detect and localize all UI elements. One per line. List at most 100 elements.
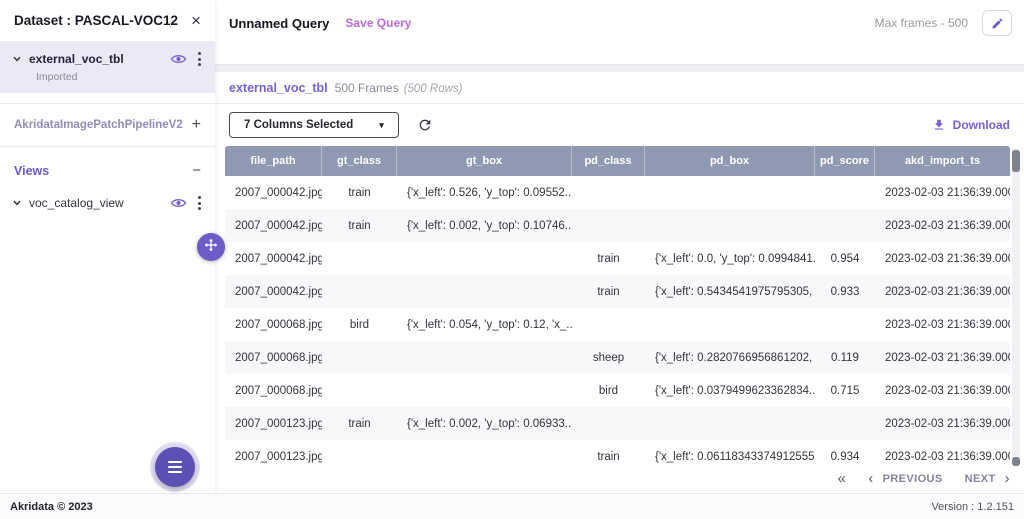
chevron-down-icon[interactable] <box>12 54 22 64</box>
column-header[interactable]: file_path <box>225 146 322 176</box>
kebab-menu-icon[interactable] <box>194 195 205 211</box>
table-cell: 2023-02-03 21:36:39.000 <box>875 319 1010 331</box>
table-row[interactable]: 2007_000042.jpgtrain{'x_left': 0.526, 'y… <box>225 176 1010 209</box>
move-handle-button[interactable] <box>197 233 225 261</box>
next-page-button[interactable]: NEXT › <box>965 471 1010 486</box>
scrollbar-thumb[interactable] <box>1012 150 1020 172</box>
kebab-menu-icon[interactable] <box>194 51 205 67</box>
query-bar: Unnamed Query Save Query Max frames - 50… <box>215 0 1024 64</box>
column-header[interactable]: pd_score <box>815 146 875 176</box>
frames-count: 500 Frames <box>335 81 399 95</box>
chevron-down-icon: ▾ <box>379 120 384 131</box>
columns-selected-label: 7 Columns Selected <box>244 119 353 131</box>
data-table: file_pathgt_classgt_boxpd_classpd_boxpd_… <box>225 146 1010 466</box>
table-cell: 2023-02-03 21:36:39.000 <box>875 253 1010 265</box>
column-header[interactable]: akd_import_ts <box>875 146 1010 176</box>
column-header[interactable]: pd_box <box>645 146 815 176</box>
table-cell: 0.933 <box>815 286 875 298</box>
results-panel: external_voc_tbl 500 Frames (500 Rows) 7… <box>215 72 1024 493</box>
table-row[interactable]: 2007_000068.jpgsheep{'x_left': 0.2820766… <box>225 341 1010 374</box>
eye-icon[interactable] <box>170 53 187 65</box>
menu-fab-button[interactable] <box>155 447 195 487</box>
panel-title-row: external_voc_tbl 500 Frames (500 Rows) <box>215 72 1024 104</box>
table-cell: 2023-02-03 21:36:39.000 <box>875 451 1010 463</box>
version-text: Version : 1.2.151 <box>931 501 1014 513</box>
column-header[interactable]: pd_class <box>572 146 645 176</box>
vertical-scrollbar[interactable] <box>1012 148 1020 466</box>
table-row[interactable]: 2007_000123.jpgtrain{'x_left': 0.0611834… <box>225 440 1010 466</box>
table-row[interactable]: 2007_000068.jpgbird{'x_left': 0.054, 'y_… <box>225 308 1010 341</box>
table-cell: 2007_000042.jpg <box>225 220 322 232</box>
close-icon[interactable]: × <box>191 12 201 29</box>
scrollbar-endcap[interactable] <box>1012 457 1020 466</box>
previous-label: PREVIOUS <box>883 473 943 485</box>
table-cell: 2023-02-03 21:36:39.000 <box>875 418 1010 430</box>
table-cell: {'x_left': 0.054, 'y_top': 0.12, 'x_... <box>397 319 572 331</box>
table-cell: 2007_000068.jpg <box>225 319 322 331</box>
table-cell: 2007_000042.jpg <box>225 187 322 199</box>
table-cell: {'x_left': 0.06118343374912555, ... <box>645 451 815 463</box>
table-cell: train <box>572 286 645 298</box>
max-frames-label: Max frames - 500 <box>875 16 968 30</box>
table-cell: {'x_left': 0.526, 'y_top': 0.09552... <box>397 187 572 199</box>
table-cell: 2023-02-03 21:36:39.000 <box>875 286 1010 298</box>
pipeline-label: AkridataImagePatchPipelineV2 <box>14 119 183 131</box>
columns-selected-dropdown[interactable]: 7 Columns Selected ▾ <box>229 112 399 138</box>
hamburger-icon <box>168 461 182 473</box>
download-label: Download <box>953 118 1010 132</box>
table-cell: bird <box>322 319 397 331</box>
collapse-icon[interactable]: − <box>192 163 201 178</box>
table-cell: {'x_left': 0.0, 'y_top': 0.0994841... <box>645 253 815 265</box>
table-header-row: file_pathgt_classgt_boxpd_classpd_boxpd_… <box>225 146 1010 176</box>
dataset-header: Dataset : PASCAL-VOC12 × <box>0 0 215 42</box>
table-cell: bird <box>572 385 645 397</box>
table-cell: 0.119 <box>815 352 875 364</box>
sidebar-item-voc-catalog-view[interactable]: voc_catalog_view <box>0 186 215 220</box>
edit-query-button[interactable] <box>982 10 1012 36</box>
sidebar-item-external-voc-tbl[interactable]: external_voc_tbl Imported <box>0 42 215 93</box>
table-row[interactable]: 2007_000042.jpgtrain{'x_left': 0.002, 'y… <box>225 209 1010 242</box>
table-cell: {'x_left': 0.0379499623362834... <box>645 385 815 397</box>
table-cell: {'x_left': 0.002, 'y_top': 0.10746... <box>397 220 572 232</box>
table-cell: 2007_000042.jpg <box>225 253 322 265</box>
column-header[interactable]: gt_class <box>322 146 397 176</box>
views-section-header: Views − <box>0 147 215 186</box>
table-row[interactable]: 2007_000068.jpg bird{'x_left': 0.03794996… <box>225 374 1010 407</box>
query-title: Unnamed Query <box>229 16 329 31</box>
sidebar: Dataset : PASCAL-VOC12 × external_voc_tb… <box>0 0 215 493</box>
next-label: NEXT <box>965 473 996 485</box>
sidebar-item-pipeline[interactable]: AkridataImagePatchPipelineV2 + <box>0 103 215 147</box>
table-cell: 0.715 <box>815 385 875 397</box>
rows-count: (500 Rows) <box>404 83 463 95</box>
chevron-down-icon[interactable] <box>12 198 22 208</box>
table-cell: train <box>322 187 397 199</box>
table-cell: {'x_left': 0.5434541975795305, '... <box>645 286 815 298</box>
table-item-status: Imported <box>36 71 205 83</box>
table-cell: 0.954 <box>815 253 875 265</box>
table-cell: 2007_000042.jpg <box>225 286 322 298</box>
table-toolbar: 7 Columns Selected ▾ Download <box>215 104 1024 146</box>
view-item-label: voc_catalog_view <box>29 196 163 210</box>
views-label: Views <box>14 164 49 178</box>
table-row[interactable]: 2007_000123.jpgtrain{'x_left': 0.002, 'y… <box>225 407 1010 440</box>
table-cell: train <box>322 220 397 232</box>
column-header[interactable]: gt_box <box>397 146 572 176</box>
add-icon[interactable]: + <box>192 117 201 133</box>
download-button[interactable]: Download <box>932 118 1010 132</box>
table-row[interactable]: 2007_000042.jpgtrain{'x_left': 0.0, 'y_t… <box>225 242 1010 275</box>
chevron-left-icon: ‹ <box>868 471 873 486</box>
previous-page-button[interactable]: ‹ PREVIOUS <box>868 471 942 486</box>
table-cell: {'x_left': 0.2820766956861202, ... <box>645 352 815 364</box>
save-query-link[interactable]: Save Query <box>345 16 411 30</box>
refresh-button[interactable] <box>417 117 433 133</box>
eye-icon[interactable] <box>170 197 187 209</box>
first-page-button[interactable]: « <box>837 471 846 486</box>
pagination: « ‹ PREVIOUS NEXT › <box>837 471 1010 486</box>
table-item-label: external_voc_tbl <box>29 52 163 66</box>
table-cell: sheep <box>572 352 645 364</box>
table-cell: 2023-02-03 21:36:39.000 <box>875 385 1010 397</box>
table-cell: 2023-02-03 21:36:39.000 <box>875 187 1010 199</box>
table-cell: 2007_000068.jpg <box>225 385 322 397</box>
table-cell: train <box>322 418 397 430</box>
table-row[interactable]: 2007_000042.jpg train{'x_left': 0.5434541… <box>225 275 1010 308</box>
